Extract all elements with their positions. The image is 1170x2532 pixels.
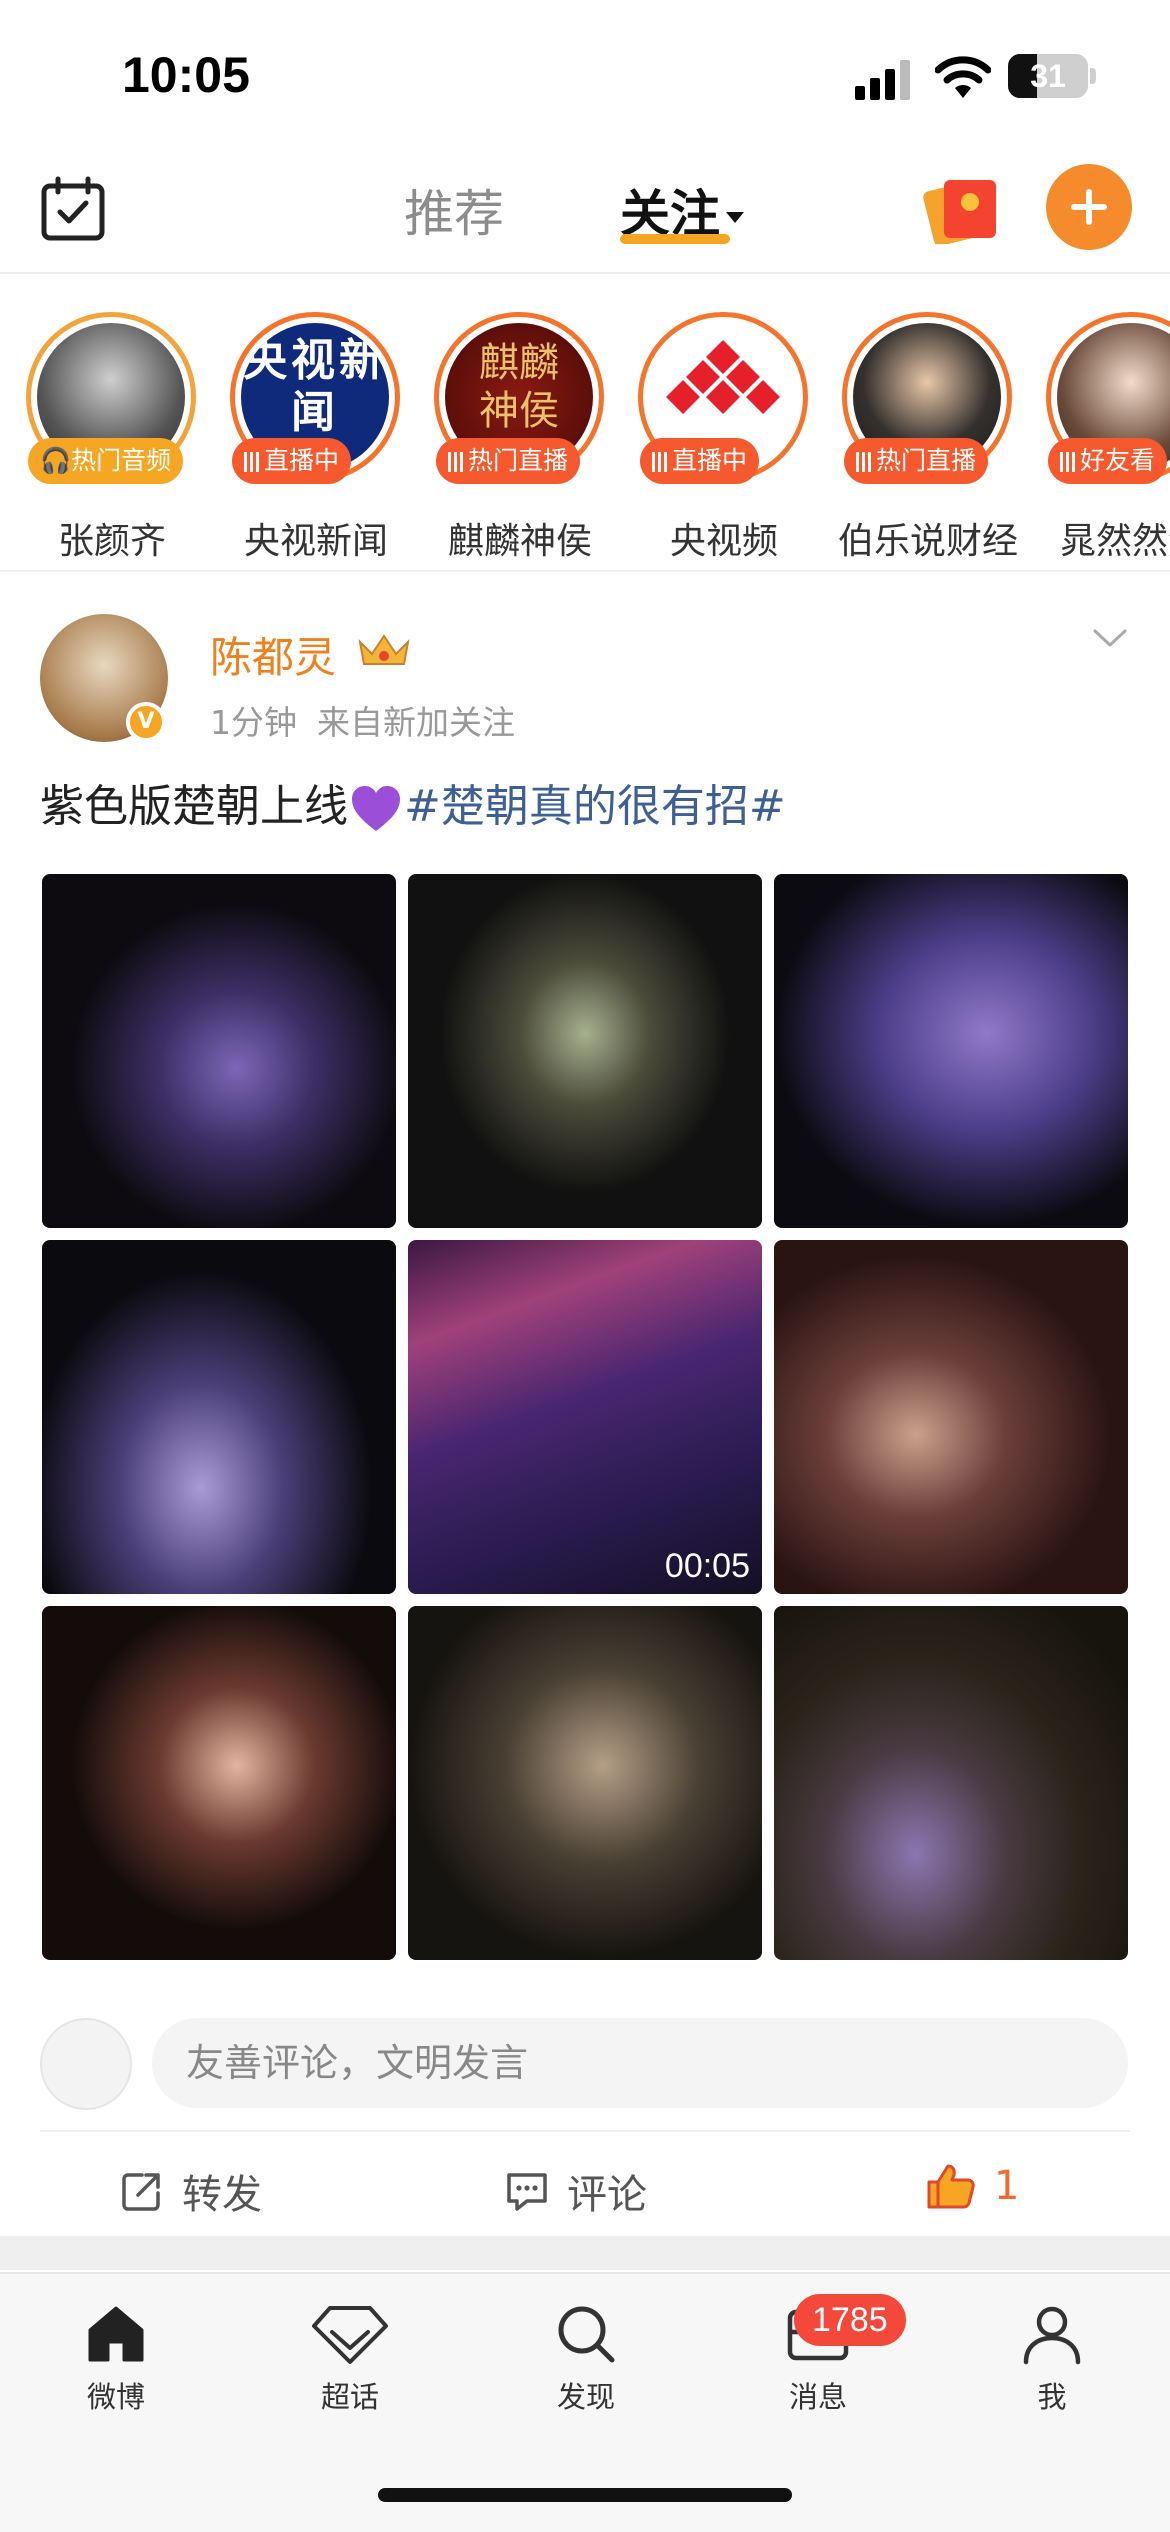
photo-thumbnail[interactable] <box>774 874 1128 1228</box>
verified-badge-icon: V <box>126 702 166 742</box>
feed-separator <box>0 2236 1170 2270</box>
story-name: 麒麟神侯 <box>447 521 592 562</box>
tab-label: 消息 <box>788 2380 847 2414</box>
post-text: 紫色版楚朝上线 <box>40 781 348 832</box>
comment-icon <box>507 2173 547 2211</box>
caret-down-icon <box>726 212 744 223</box>
chevron-down-icon[interactable] <box>1092 628 1128 648</box>
video-duration: 00:05 <box>664 1547 750 1585</box>
post-actions: 转发 评论 1 <box>40 2130 1130 2240</box>
photo-thumbnail[interactable] <box>42 874 396 1228</box>
story-badge: 直播中 <box>232 438 352 484</box>
story-name: 央视新闻 <box>243 521 388 562</box>
comment-button[interactable]: 评论 <box>505 2162 647 2220</box>
like-button[interactable]: 1 <box>926 2162 1019 2210</box>
post-time: 1分钟 <box>210 703 297 742</box>
stories-row: 🎧热门音频 张颜齐 央视新闻 直播中 央视新闻 麒麟神侯 热门直播 麒麟神侯 直… <box>0 274 1170 572</box>
active-tab-indicator <box>620 234 730 244</box>
battery-indicator: 31 <box>1008 54 1088 98</box>
status-time: 10:05 <box>122 47 250 103</box>
repost-label: 转发 <box>182 2172 262 2218</box>
photo-grid: 00:05 <box>42 874 1128 1960</box>
battery-level: 31 <box>1030 58 1066 94</box>
story-name: 张颜齐 <box>57 521 166 562</box>
comment-input[interactable]: 友善评论，文明发言 <box>152 2018 1128 2108</box>
tab-label: 超话 <box>320 2380 379 2414</box>
story-badge: 直播中 <box>640 438 760 484</box>
photo-thumbnail[interactable] <box>408 874 762 1228</box>
comment-label: 评论 <box>567 2172 647 2218</box>
vip-crown-icon <box>358 634 410 665</box>
photo-thumbnail[interactable] <box>42 1606 396 1960</box>
video-thumbnail[interactable]: 00:05 <box>408 1240 762 1594</box>
tab-super-topic[interactable]: 超话 <box>280 2302 420 2416</box>
post-meta: 1分钟 来自新加关注 <box>210 696 535 744</box>
story-badge: 热门直播 <box>436 438 581 484</box>
post-source: 来自新加关注 <box>317 703 515 742</box>
wifi-icon <box>935 56 991 98</box>
unread-count-badge: 1785 <box>794 2294 906 2346</box>
tab-label: 发现 <box>556 2380 615 2414</box>
photo-thumbnail[interactable] <box>774 1606 1128 1960</box>
story-badge: 🎧热门音频 <box>28 438 184 484</box>
tab-label: 微博 <box>86 2380 145 2414</box>
my-avatar <box>40 2018 132 2110</box>
tab-label: 我 <box>1037 2380 1067 2414</box>
search-icon <box>558 2306 615 2363</box>
tab-me[interactable]: 我 <box>982 2302 1122 2416</box>
calendar-check-icon[interactable] <box>40 176 106 242</box>
tab-recommend[interactable]: 推荐 <box>404 174 504 246</box>
top-navigation: 推荐 关注 <box>0 150 1170 274</box>
red-packet-icon[interactable] <box>922 172 1000 244</box>
status-bar: 10:05 31 <box>0 0 1170 150</box>
photo-thumbnail[interactable] <box>408 1606 762 1960</box>
story-badge: 好友看 <box>1048 438 1168 484</box>
post-hashtag[interactable]: #楚朝真的很有招# <box>404 781 786 832</box>
photo-thumbnail[interactable] <box>774 1240 1128 1594</box>
story-name: 伯乐说财经 <box>837 521 1018 562</box>
home-indicator <box>378 2488 792 2502</box>
share-icon <box>122 2173 160 2211</box>
thumbs-up-icon <box>927 2164 975 2209</box>
post-body: 紫色版楚朝上线 #楚朝真的很有招# <box>40 770 786 834</box>
tab-weibo-home[interactable]: 微博 <box>46 2302 186 2416</box>
diamond-icon <box>312 2306 388 2364</box>
photo-thumbnail[interactable] <box>42 1240 396 1594</box>
tab-discover[interactable]: 发现 <box>516 2302 656 2416</box>
purple-heart-icon <box>352 786 400 831</box>
author-name[interactable]: 陈都灵 <box>210 624 336 685</box>
repost-button[interactable]: 转发 <box>120 2162 262 2220</box>
home-icon <box>88 2306 144 2362</box>
cellular-signal-icon <box>855 60 910 100</box>
person-icon <box>1023 2306 1081 2365</box>
like-count: 1 <box>994 2163 1020 2209</box>
comment-composer: 友善评论，文明发言 <box>0 2004 1170 2114</box>
story-name: 晁然然然 <box>1059 521 1170 562</box>
compose-button[interactable] <box>1046 164 1132 250</box>
story-name: 央视频 <box>669 521 778 562</box>
story-badge: 热门直播 <box>844 438 989 484</box>
